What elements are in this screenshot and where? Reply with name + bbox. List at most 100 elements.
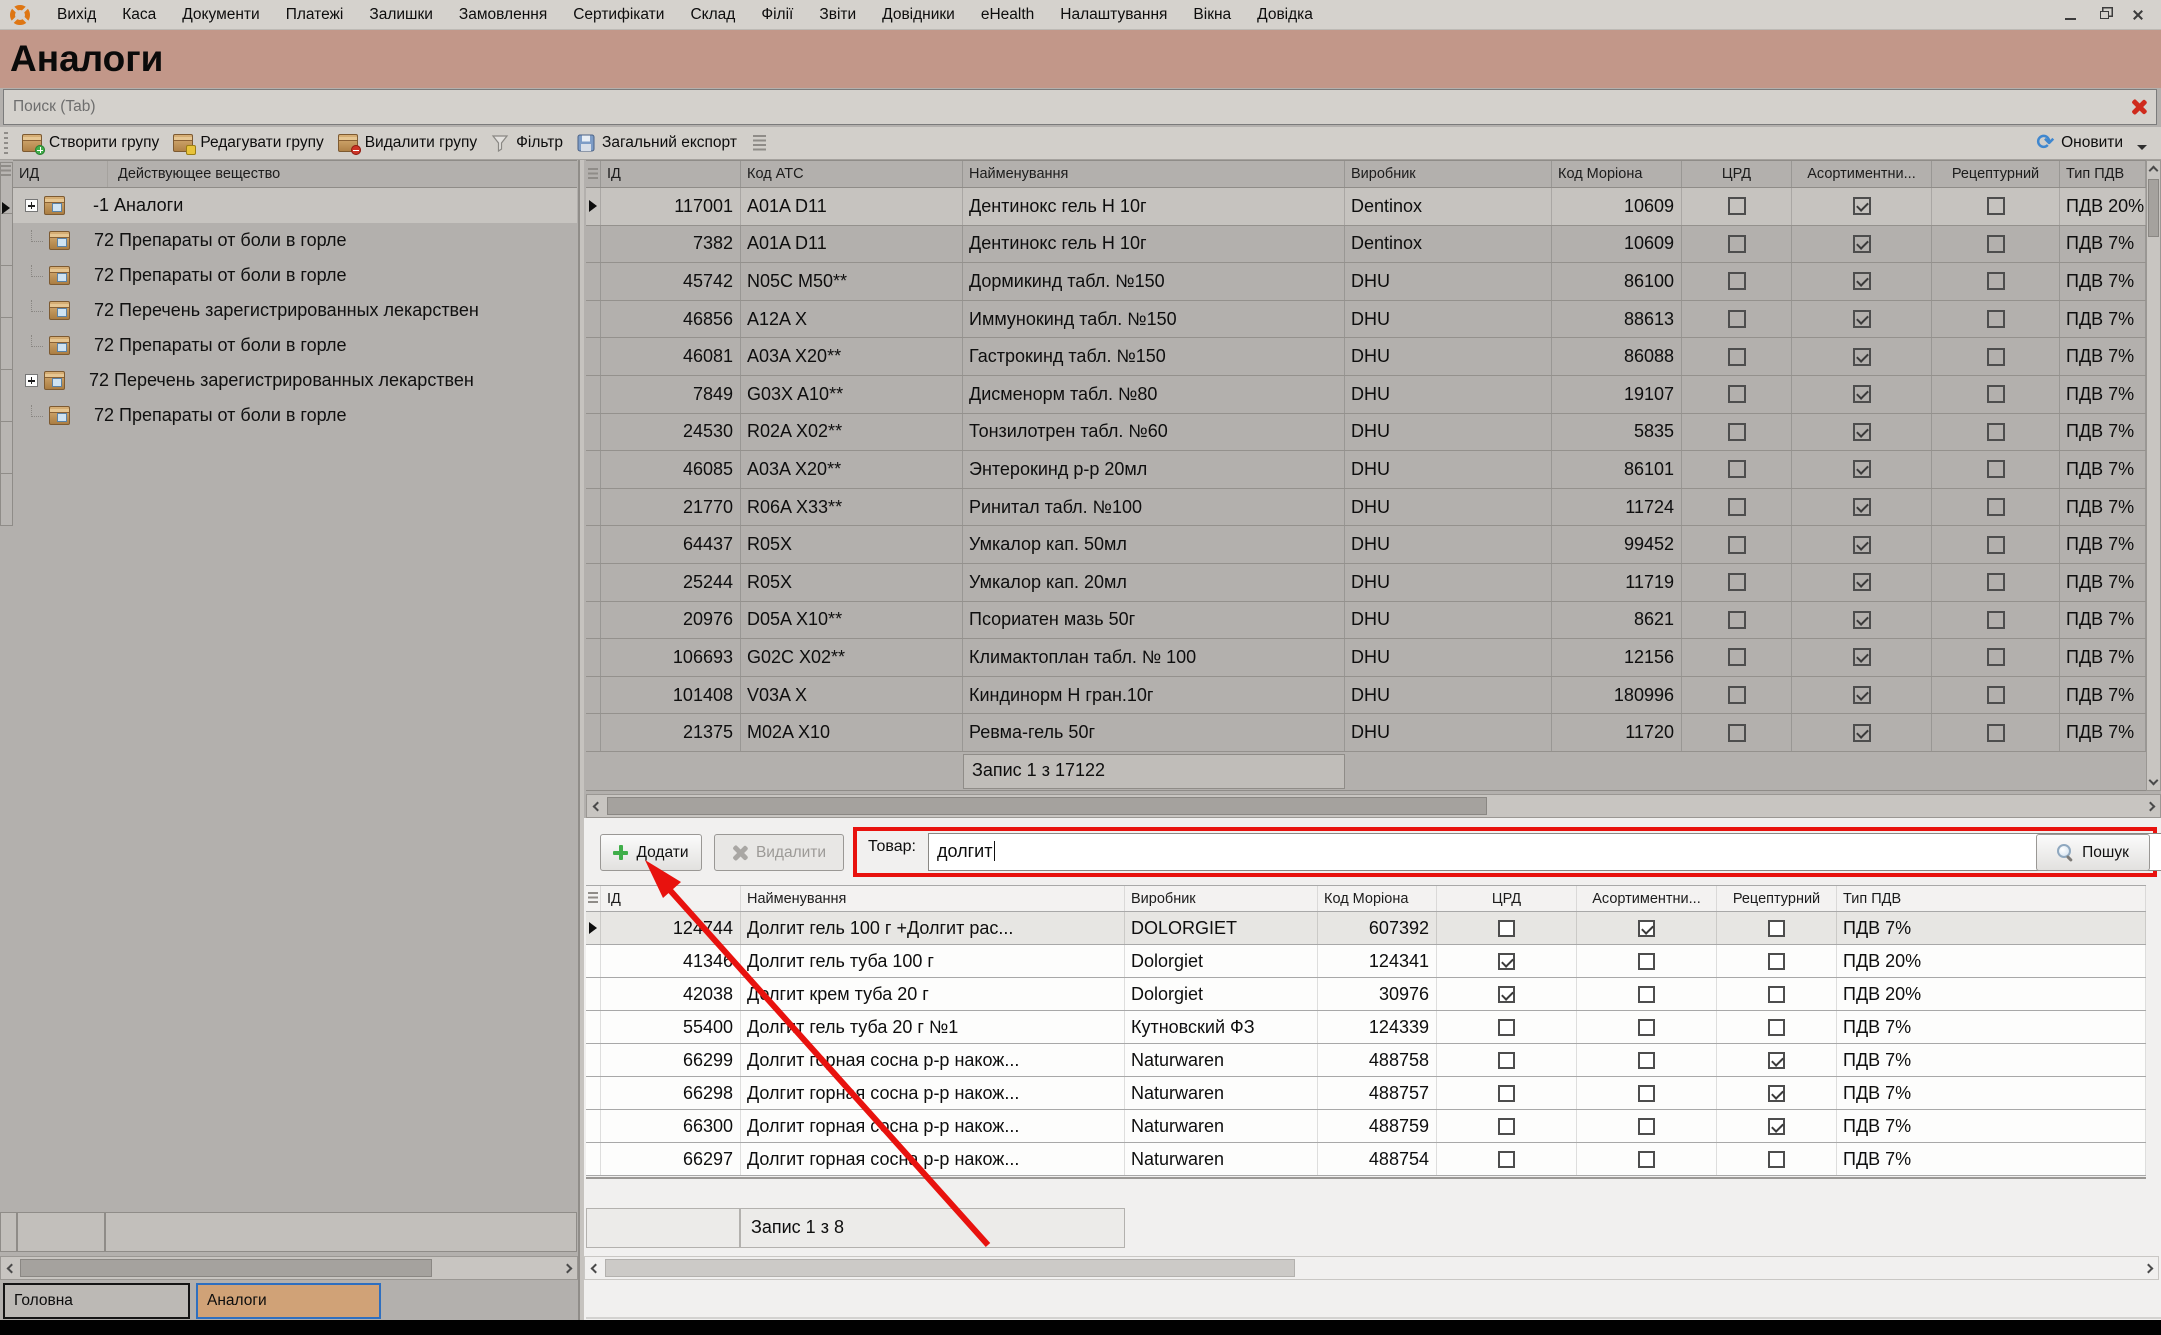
cell-crd[interactable] — [1437, 1044, 1577, 1076]
menu-item[interactable]: Каса — [109, 0, 169, 30]
tree-row[interactable]: 72Препараты от боли в горле — [13, 328, 577, 363]
checkbox-crd[interactable] — [1728, 536, 1746, 554]
cell-recipe[interactable] — [1717, 1143, 1837, 1175]
row-header-cell[interactable] — [586, 1110, 601, 1142]
checkbox-assort[interactable] — [1638, 1118, 1655, 1135]
menu-item[interactable]: Документи — [169, 0, 272, 30]
row-header-cell[interactable] — [586, 263, 601, 300]
checkbox-recipe[interactable] — [1987, 498, 2005, 516]
menu-item[interactable]: Налаштування — [1047, 0, 1180, 30]
checkbox-crd[interactable] — [1728, 310, 1746, 328]
cell-assort[interactable] — [1792, 677, 1932, 714]
column-header-substance[interactable]: Действующее вещество — [108, 161, 280, 187]
cell-assort[interactable] — [1792, 301, 1932, 338]
checkbox-crd[interactable] — [1728, 423, 1746, 441]
cell-assort[interactable] — [1792, 414, 1932, 451]
expand-plus-icon[interactable] — [25, 199, 38, 212]
table-row[interactable]: 41346Долгит гель туба 100 гDolorgiet1243… — [586, 945, 2146, 978]
checkbox-assort[interactable] — [1638, 1085, 1655, 1102]
table-row[interactable]: 66297Долгит горная сосна р-р накож...Nat… — [586, 1143, 2146, 1176]
checkbox-recipe[interactable] — [1768, 1085, 1785, 1102]
row-header-cell[interactable] — [586, 526, 601, 563]
cell-recipe[interactable] — [1932, 526, 2060, 563]
checkbox-crd[interactable] — [1728, 460, 1746, 478]
cell-recipe[interactable] — [1717, 1077, 1837, 1109]
cell-assort[interactable] — [1577, 912, 1717, 944]
checkbox-assort[interactable] — [1853, 385, 1871, 403]
checkbox-recipe[interactable] — [1768, 920, 1785, 937]
checkbox-crd[interactable] — [1498, 1151, 1515, 1168]
scroll-left-icon[interactable] — [585, 1257, 602, 1279]
checkbox-recipe[interactable] — [1768, 1118, 1785, 1135]
cell-recipe[interactable] — [1932, 263, 2060, 300]
checkbox-assort[interactable] — [1638, 1151, 1655, 1168]
cell-assort[interactable] — [1577, 945, 1717, 977]
checkbox-assort[interactable] — [1853, 724, 1871, 742]
scroll-right-icon[interactable] — [2143, 795, 2160, 817]
cell-crd[interactable] — [1437, 1077, 1577, 1109]
restore-button[interactable] — [2091, 5, 2117, 24]
column-header[interactable]: Виробник — [1125, 886, 1318, 911]
column-header[interactable]: Тип ПДВ — [2060, 161, 2146, 187]
column-header[interactable]: Найменування — [741, 886, 1125, 911]
cell-crd[interactable] — [1682, 226, 1792, 263]
cell-crd[interactable] — [1437, 1011, 1577, 1043]
checkbox-crd[interactable] — [1728, 573, 1746, 591]
tree-row[interactable]: 72Перечень зарегистрированных лекарствен — [13, 293, 577, 328]
checkbox-crd[interactable] — [1728, 648, 1746, 666]
cell-assort[interactable] — [1792, 489, 1932, 526]
scroll-left-icon[interactable] — [1, 1257, 18, 1279]
tree-horizontal-scrollbar[interactable] — [0, 1256, 578, 1280]
product-search-input[interactable]: долгит — [928, 833, 2161, 871]
cell-recipe[interactable] — [1932, 301, 2060, 338]
cell-assort[interactable] — [1792, 451, 1932, 488]
row-header-cell[interactable] — [586, 451, 601, 488]
cell-assort[interactable] — [1792, 263, 1932, 300]
create-group-button[interactable]: Створити групу — [22, 134, 159, 152]
cell-crd[interactable] — [1682, 602, 1792, 639]
table-row[interactable]: 46081A03A X20**Гастрокинд табл. №150DHU8… — [586, 338, 2146, 376]
row-header-cell[interactable] — [586, 1044, 601, 1076]
checkbox-assort[interactable] — [1853, 197, 1871, 215]
checkbox-recipe[interactable] — [1768, 1019, 1785, 1036]
column-header[interactable]: Код АТС — [741, 161, 963, 187]
row-header-cell[interactable] — [586, 338, 601, 375]
checkbox-crd[interactable] — [1498, 1085, 1515, 1102]
table-row[interactable]: 66299Долгит горная сосна р-р накож...Nat… — [586, 1044, 2146, 1077]
column-header-id[interactable]: ИД — [13, 161, 108, 187]
checkbox-assort[interactable] — [1853, 648, 1871, 666]
cell-crd[interactable] — [1682, 639, 1792, 676]
scroll-right-icon[interactable] — [2141, 1257, 2158, 1279]
cell-assort[interactable] — [1577, 1077, 1717, 1109]
delete-button[interactable]: Видалити — [714, 834, 844, 871]
cell-recipe[interactable] — [1932, 226, 2060, 263]
minimize-button[interactable] — [2057, 5, 2083, 24]
cell-assort[interactable] — [1792, 376, 1932, 413]
checkbox-recipe[interactable] — [1768, 1052, 1785, 1069]
edit-group-button[interactable]: Редагувати групу — [173, 134, 323, 152]
checkbox-crd[interactable] — [1498, 1118, 1515, 1135]
cell-recipe[interactable] — [1932, 414, 2060, 451]
refresh-button[interactable]: ⟳ Оновити — [2037, 133, 2124, 153]
checkbox-crd[interactable] — [1498, 986, 1515, 1003]
table-row[interactable]: 117001A01A D11Дентинокс гель Н 10гDentin… — [586, 188, 2146, 226]
checkbox-recipe[interactable] — [1987, 460, 2005, 478]
table-row[interactable]: 66298Долгит горная сосна р-р накож...Nat… — [586, 1077, 2146, 1110]
checkbox-crd[interactable] — [1498, 1019, 1515, 1036]
cell-recipe[interactable] — [1932, 639, 2060, 676]
cell-crd[interactable] — [1682, 414, 1792, 451]
table-row[interactable]: 42038Долгит крем туба 20 гDolorgiet30976… — [586, 978, 2146, 1011]
tree-row-header-cell[interactable] — [0, 422, 13, 474]
table-row[interactable]: 66300Долгит горная сосна р-р накож...Nat… — [586, 1110, 2146, 1143]
row-header-cell[interactable] — [586, 602, 601, 639]
cell-recipe[interactable] — [1932, 602, 2060, 639]
cell-assort[interactable] — [1792, 188, 1932, 225]
menu-item[interactable]: Довідка — [1244, 0, 1326, 30]
row-header-cell[interactable] — [586, 714, 601, 751]
row-header-cell[interactable] — [586, 489, 601, 526]
column-header[interactable]: ЦРД — [1682, 161, 1792, 187]
cell-assort[interactable] — [1792, 338, 1932, 375]
table-row[interactable]: 55400Долгит гель туба 20 г №1Кутновский … — [586, 1011, 2146, 1044]
checkbox-assort[interactable] — [1853, 348, 1871, 366]
cell-assort[interactable] — [1792, 639, 1932, 676]
